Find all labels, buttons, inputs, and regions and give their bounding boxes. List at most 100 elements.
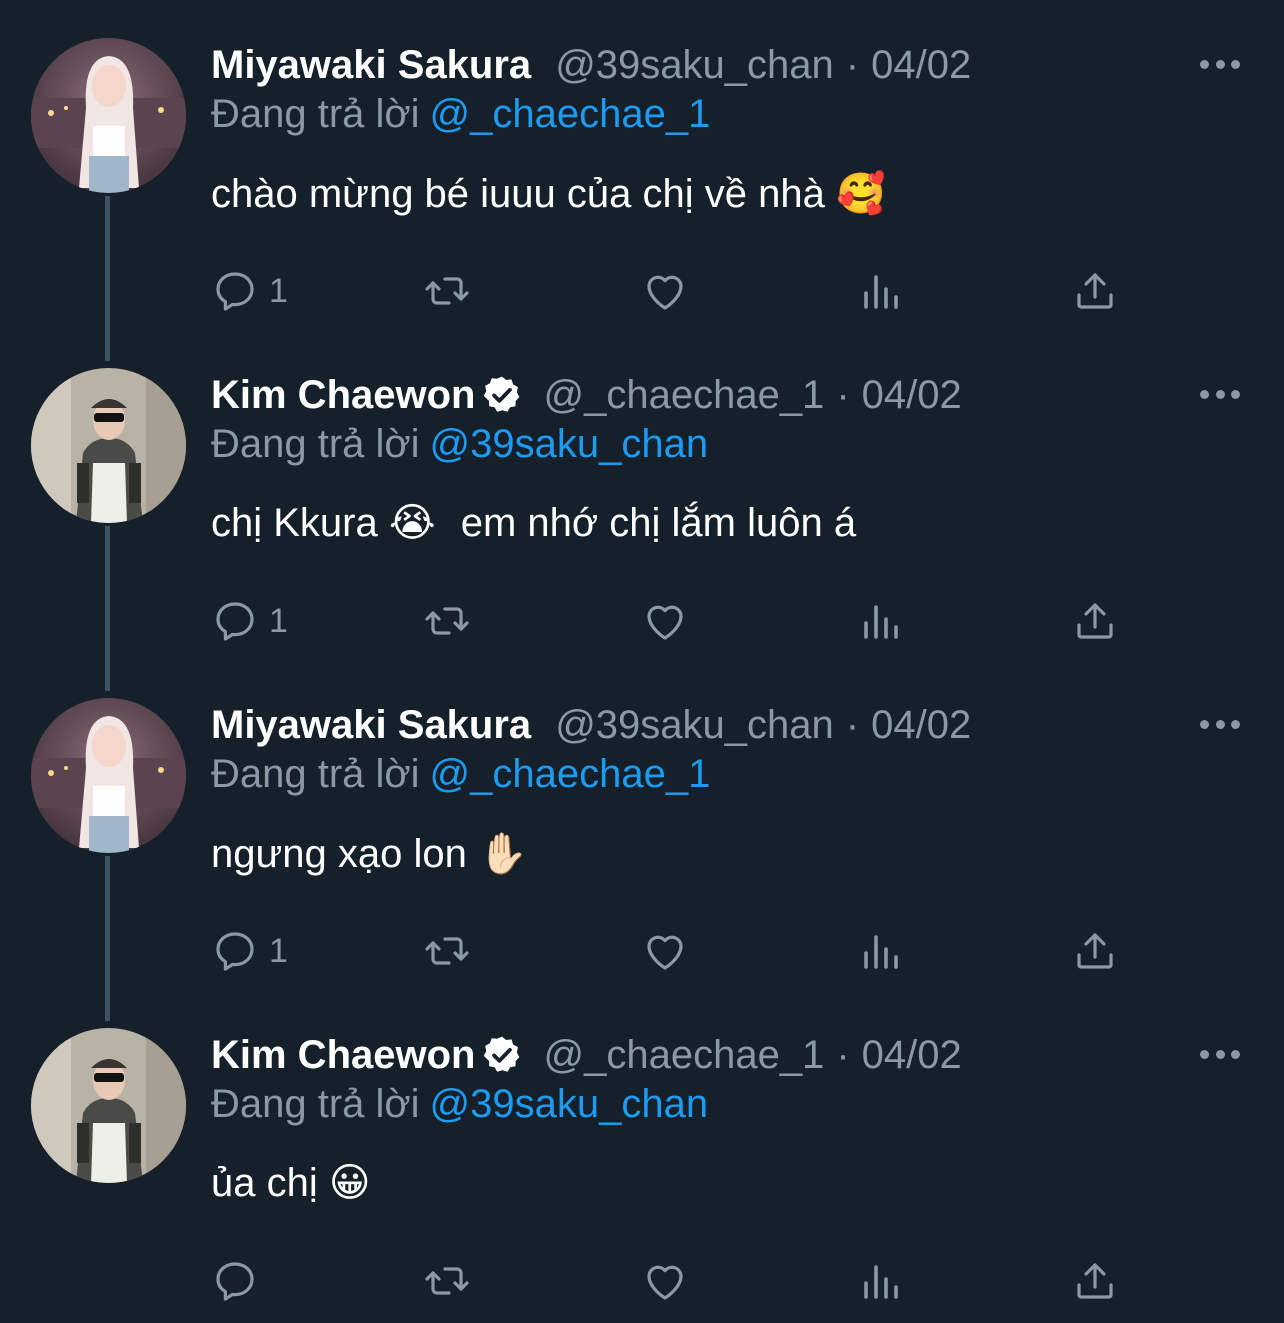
emoji: ✋🏻 (477, 831, 528, 877)
reply-button[interactable] (211, 1256, 269, 1306)
analytics-button[interactable] (856, 596, 904, 646)
mention-link[interactable]: @39saku_chan (430, 1082, 709, 1126)
retweet-button[interactable] (423, 926, 471, 976)
avatar[interactable] (31, 698, 186, 853)
replying-label: Đang trả lời (211, 752, 420, 796)
mention-link[interactable]: @39saku_chan (430, 422, 709, 466)
author-handle[interactable]: @_chaechae_1 (543, 373, 824, 418)
tweet[interactable]: Kim Chaewon @_chaechae_1 · 04/02 Đang tr… (0, 990, 1284, 1320)
like-button[interactable] (641, 926, 689, 976)
tweet[interactable]: Miyawaki Sakura @39saku_chan · 04/02 Đan… (0, 0, 1284, 330)
tweet-text: chào mừng bé iuuu của chị về nhà 🥰 (211, 170, 886, 217)
more-icon[interactable] (1200, 716, 1240, 732)
reply-icon (211, 597, 259, 645)
tweet-text: ngưng xạo lon ✋🏻 (211, 830, 528, 877)
tweet-text: chị Kkura 😭 em nhớ chị lắm luôn á (211, 500, 856, 546)
verified-badge-icon (481, 1034, 523, 1076)
mention-link[interactable]: @_chaechae_1 (430, 92, 711, 136)
share-button[interactable] (1071, 926, 1119, 976)
reply-count: 1 (269, 931, 288, 970)
emoji: 🥰 (835, 171, 886, 217)
analytics-icon (856, 927, 904, 975)
share-button[interactable] (1071, 596, 1119, 646)
analytics-icon (856, 267, 904, 315)
avatar[interactable] (31, 38, 186, 193)
replying-to: Đang trả lời @39saku_chan (211, 422, 708, 467)
analytics-icon (856, 597, 904, 645)
tweet-header: Miyawaki Sakura @39saku_chan · 04/02 (211, 40, 971, 90)
tweet-actions: 1 (211, 926, 1131, 976)
author-handle[interactable]: @_chaechae_1 (543, 1033, 824, 1078)
emoji: 😀 (328, 1160, 371, 1206)
separator-dot: · (836, 1032, 850, 1077)
share-button[interactable] (1071, 1256, 1119, 1306)
retweet-icon (423, 597, 471, 645)
tweet-text-content: em nhớ chị lắm luôn á (460, 501, 857, 545)
tweet-actions (211, 1256, 1131, 1306)
tweet-header: Kim Chaewon @_chaechae_1 · 04/02 (211, 1030, 962, 1080)
tweet[interactable]: Kim Chaewon @_chaechae_1 · 04/02 Đang tr… (0, 330, 1284, 660)
author-handle[interactable]: @39saku_chan (555, 703, 834, 748)
like-button[interactable] (641, 266, 689, 316)
tweet-text-content: ngưng xạo lon (211, 832, 467, 876)
like-icon (641, 267, 689, 315)
tweet-date[interactable]: 04/02 (862, 1033, 962, 1078)
share-icon (1071, 1257, 1119, 1305)
share-button[interactable] (1071, 266, 1119, 316)
analytics-icon (856, 1257, 904, 1305)
tweet-text-content: ủa chị (211, 1161, 318, 1205)
analytics-button[interactable] (856, 926, 904, 976)
author-handle[interactable]: @39saku_chan (555, 43, 834, 88)
mention-link[interactable]: @_chaechae_1 (430, 752, 711, 796)
replying-to: Đang trả lời @_chaechae_1 (211, 92, 710, 137)
retweet-button[interactable] (423, 266, 471, 316)
reply-icon (211, 927, 259, 975)
tweet-actions: 1 (211, 266, 1131, 316)
replying-label: Đang trả lời (211, 92, 420, 136)
separator-dot: · (836, 372, 850, 417)
retweet-button[interactable] (423, 1256, 471, 1306)
reply-icon (211, 267, 259, 315)
tweet-date[interactable]: 04/02 (871, 703, 971, 748)
share-icon (1071, 597, 1119, 645)
separator-dot: · (845, 42, 860, 87)
author-name[interactable]: Kim Chaewon (211, 1033, 475, 1078)
retweet-icon (423, 267, 471, 315)
reply-icon (211, 1257, 259, 1305)
more-icon[interactable] (1200, 1046, 1240, 1062)
retweet-icon (423, 1257, 471, 1305)
like-button[interactable] (641, 596, 689, 646)
tweet-text-content: chị Kkura (211, 501, 378, 545)
replying-to: Đang trả lời @39saku_chan (211, 1082, 708, 1127)
more-icon[interactable] (1200, 56, 1240, 72)
tweet-date[interactable]: 04/02 (871, 43, 971, 88)
separator-dot: · (845, 702, 860, 747)
tweet[interactable]: Miyawaki Sakura @39saku_chan · 04/02 Đan… (0, 660, 1284, 990)
like-button[interactable] (641, 1256, 689, 1306)
author-name[interactable]: Kim Chaewon (211, 373, 475, 418)
verified-badge-icon (481, 374, 523, 416)
tweet-header: Kim Chaewon @_chaechae_1 · 04/02 (211, 370, 962, 420)
author-name[interactable]: Miyawaki Sakura (211, 43, 531, 88)
tweet-header: Miyawaki Sakura @39saku_chan · 04/02 (211, 700, 971, 750)
retweet-button[interactable] (423, 596, 471, 646)
share-icon (1071, 927, 1119, 975)
analytics-button[interactable] (856, 1256, 904, 1306)
more-icon[interactable] (1200, 386, 1240, 402)
avatar[interactable] (31, 1028, 186, 1183)
emoji: 😭 (388, 500, 436, 546)
avatar[interactable] (31, 368, 186, 523)
author-name[interactable]: Miyawaki Sakura (211, 703, 531, 748)
reply-button[interactable]: 1 (211, 596, 288, 646)
analytics-button[interactable] (856, 266, 904, 316)
reply-button[interactable]: 1 (211, 926, 288, 976)
tweet-text: ủa chị 😀 (211, 1160, 371, 1206)
like-icon (641, 1257, 689, 1305)
reply-button[interactable]: 1 (211, 266, 288, 316)
like-icon (641, 597, 689, 645)
tweet-text-content: chào mừng bé iuuu của chị về nhà (211, 172, 825, 216)
reply-count: 1 (269, 601, 288, 640)
tweet-actions: 1 (211, 596, 1131, 646)
replying-label: Đang trả lời (211, 1082, 420, 1126)
tweet-date[interactable]: 04/02 (862, 373, 962, 418)
